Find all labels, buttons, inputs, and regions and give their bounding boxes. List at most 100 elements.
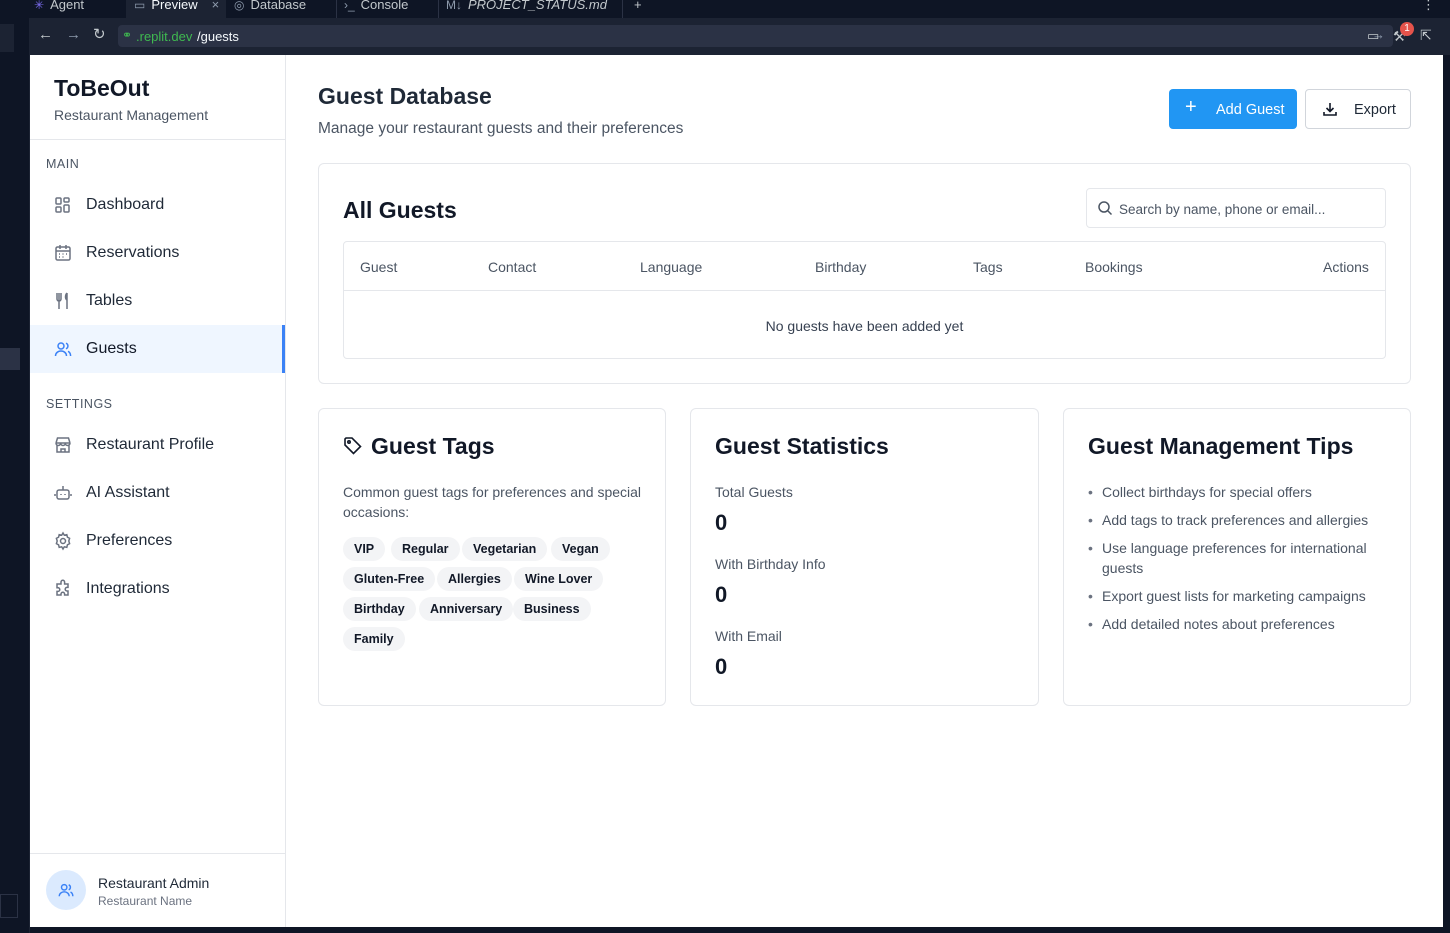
tag-chip[interactable]: Birthday bbox=[343, 597, 416, 621]
gutter-marker bbox=[0, 24, 14, 52]
guest-statistics-card: Guest Statistics Total Guests 0 With Bir… bbox=[690, 408, 1039, 706]
sidebar-item-label: Dashboard bbox=[86, 196, 165, 213]
sidebar-item-preferences[interactable]: Preferences bbox=[30, 517, 285, 565]
gutter-marker bbox=[0, 894, 18, 918]
gear-icon bbox=[55, 531, 71, 551]
tab-divider bbox=[336, 0, 337, 18]
column-header-bookings[interactable]: Bookings bbox=[1085, 259, 1143, 275]
more-icon[interactable]: ⋮ bbox=[1422, 0, 1435, 18]
sidebar-item-restaurant-profile[interactable]: Restaurant Profile bbox=[30, 421, 285, 469]
stat-label-total-guests: Total Guests bbox=[715, 484, 793, 500]
search-box[interactable] bbox=[1086, 188, 1386, 228]
bot-icon bbox=[54, 486, 72, 500]
tag-chip[interactable]: Allergies bbox=[437, 567, 512, 591]
back-arrow-icon[interactable]: ← bbox=[38, 26, 53, 43]
tag-chip[interactable]: Vegetarian bbox=[462, 537, 548, 561]
new-tab-button[interactable]: + bbox=[634, 0, 654, 18]
section-heading-main: MAIN bbox=[46, 157, 80, 171]
sidebar-item-label: Restaurant Profile bbox=[86, 436, 215, 453]
tip-item: Use language preferences for internation… bbox=[1088, 538, 1378, 578]
page-title: Guest Database bbox=[318, 83, 492, 109]
users-icon bbox=[54, 342, 72, 357]
close-icon[interactable]: × bbox=[212, 0, 220, 11]
sidebar: ToBeOut Restaurant Management MAIN Dashb… bbox=[30, 55, 286, 927]
card-title: Guest Statistics bbox=[715, 433, 889, 459]
tip-item: Add detailed notes about preferences bbox=[1088, 614, 1388, 634]
tab-project-status[interactable]: M↓ PROJECT_STATUS.md bbox=[446, 0, 616, 18]
tag-chip[interactable]: Business bbox=[513, 597, 591, 621]
tip-item: Collect birthdays for special offers bbox=[1088, 482, 1388, 502]
tab-preview[interactable]: ▭ Preview × bbox=[126, 0, 226, 18]
users-icon bbox=[58, 883, 74, 897]
sidebar-item-label: Tables bbox=[86, 292, 133, 309]
column-header-guest[interactable]: Guest bbox=[360, 259, 397, 275]
tab-console[interactable]: ›_ Console bbox=[344, 0, 434, 18]
utensils-icon bbox=[56, 292, 68, 309]
tag-chip[interactable]: Family bbox=[343, 627, 405, 651]
tab-agent[interactable]: ✳ Agent bbox=[34, 0, 124, 18]
column-header-birthday[interactable]: Birthday bbox=[815, 259, 866, 275]
store-icon bbox=[55, 437, 71, 453]
tag-chip[interactable]: Gluten-Free bbox=[343, 567, 436, 591]
search-icon bbox=[1098, 201, 1113, 216]
tag-chip[interactable]: Anniversary bbox=[419, 597, 514, 621]
divider bbox=[30, 853, 285, 854]
tip-item: Export guest lists for marketing campaig… bbox=[1088, 586, 1388, 606]
column-header-language[interactable]: Language bbox=[640, 259, 702, 275]
sidebar-item-ai-assistant[interactable]: AI Assistant bbox=[30, 469, 285, 517]
tag-chip[interactable]: Wine Lover bbox=[514, 567, 604, 591]
user-name: Restaurant Admin bbox=[98, 875, 210, 891]
url-field[interactable]: ⚭ .replit.dev /guests → bbox=[118, 25, 1393, 47]
preview-url-bar: ← → ↻ ⚭ .replit.dev /guests → ▭ ⚒ 1 ⇱ bbox=[30, 18, 1450, 55]
forward-arrow-icon[interactable]: → bbox=[66, 26, 81, 43]
stat-label-with-email: With Email bbox=[715, 628, 782, 644]
export-button[interactable]: Export bbox=[1305, 89, 1411, 129]
tab-divider bbox=[622, 0, 623, 18]
notification-badge: 1 bbox=[1400, 22, 1414, 36]
sidebar-item-label: AI Assistant bbox=[86, 484, 170, 501]
tag-chip[interactable]: VIP bbox=[343, 537, 386, 561]
sidebar-item-dashboard[interactable]: Dashboard bbox=[30, 181, 285, 229]
app-window: ToBeOut Restaurant Management MAIN Dashb… bbox=[30, 55, 1443, 927]
tab-database[interactable]: ◎ Database bbox=[234, 0, 334, 18]
sidebar-item-label: Reservations bbox=[86, 244, 180, 261]
tags-description: Common guest tags for preferences and sp… bbox=[343, 484, 642, 520]
stat-value-total-guests: 0 bbox=[715, 510, 728, 535]
card-title: Guest Management Tips bbox=[1088, 433, 1354, 459]
tag-chip[interactable]: Vegan bbox=[551, 537, 610, 561]
sidebar-item-tables[interactable]: Tables bbox=[30, 277, 285, 325]
terminal-icon: ›_ bbox=[344, 0, 355, 12]
column-header-contact[interactable]: Contact bbox=[488, 259, 536, 275]
agent-icon: ✳ bbox=[34, 0, 45, 12]
ide-left-gutter bbox=[0, 18, 30, 933]
devices-icon[interactable]: ▭ bbox=[1367, 28, 1379, 44]
sidebar-item-label: Integrations bbox=[86, 580, 170, 597]
page-subtitle: Manage your restaurant guests and their … bbox=[318, 120, 684, 137]
database-icon: ◎ bbox=[234, 0, 245, 12]
sidebar-item-reservations[interactable]: Reservations bbox=[30, 229, 285, 277]
avatar[interactable] bbox=[46, 870, 86, 910]
tag-chip[interactable]: Regular bbox=[391, 537, 460, 561]
download-icon bbox=[1323, 103, 1337, 116]
refresh-icon[interactable]: ↻ bbox=[93, 25, 106, 43]
add-guest-button[interactable]: + Add Guest bbox=[1169, 89, 1297, 129]
sidebar-item-guests[interactable]: Guests bbox=[30, 325, 285, 373]
stat-value-birthday-info: 0 bbox=[715, 582, 728, 607]
brand-subtitle: Restaurant Management bbox=[54, 107, 209, 123]
monitor-icon: ▭ bbox=[134, 0, 146, 12]
card-title: All Guests bbox=[343, 197, 457, 223]
search-input[interactable] bbox=[1119, 197, 1379, 221]
guest-management-tips-card: Guest Management Tips Collect birthdays … bbox=[1063, 408, 1411, 706]
column-header-tags[interactable]: Tags bbox=[973, 259, 1003, 275]
tag-icon bbox=[344, 437, 362, 455]
plus-icon: + bbox=[1185, 96, 1197, 118]
open-new-window-icon[interactable]: ⇱ bbox=[1420, 27, 1432, 44]
divider bbox=[344, 290, 1385, 291]
guest-tags-card: Guest Tags Common guest tags for prefere… bbox=[318, 408, 666, 706]
tip-item: Add tags to track preferences and allerg… bbox=[1088, 510, 1388, 530]
dashboard-icon bbox=[55, 197, 70, 213]
markdown-icon: M↓ bbox=[446, 0, 462, 12]
sidebar-item-integrations[interactable]: Integrations bbox=[30, 565, 285, 613]
url-path: /guests bbox=[197, 29, 239, 44]
sidebar-item-label: Guests bbox=[86, 340, 137, 357]
